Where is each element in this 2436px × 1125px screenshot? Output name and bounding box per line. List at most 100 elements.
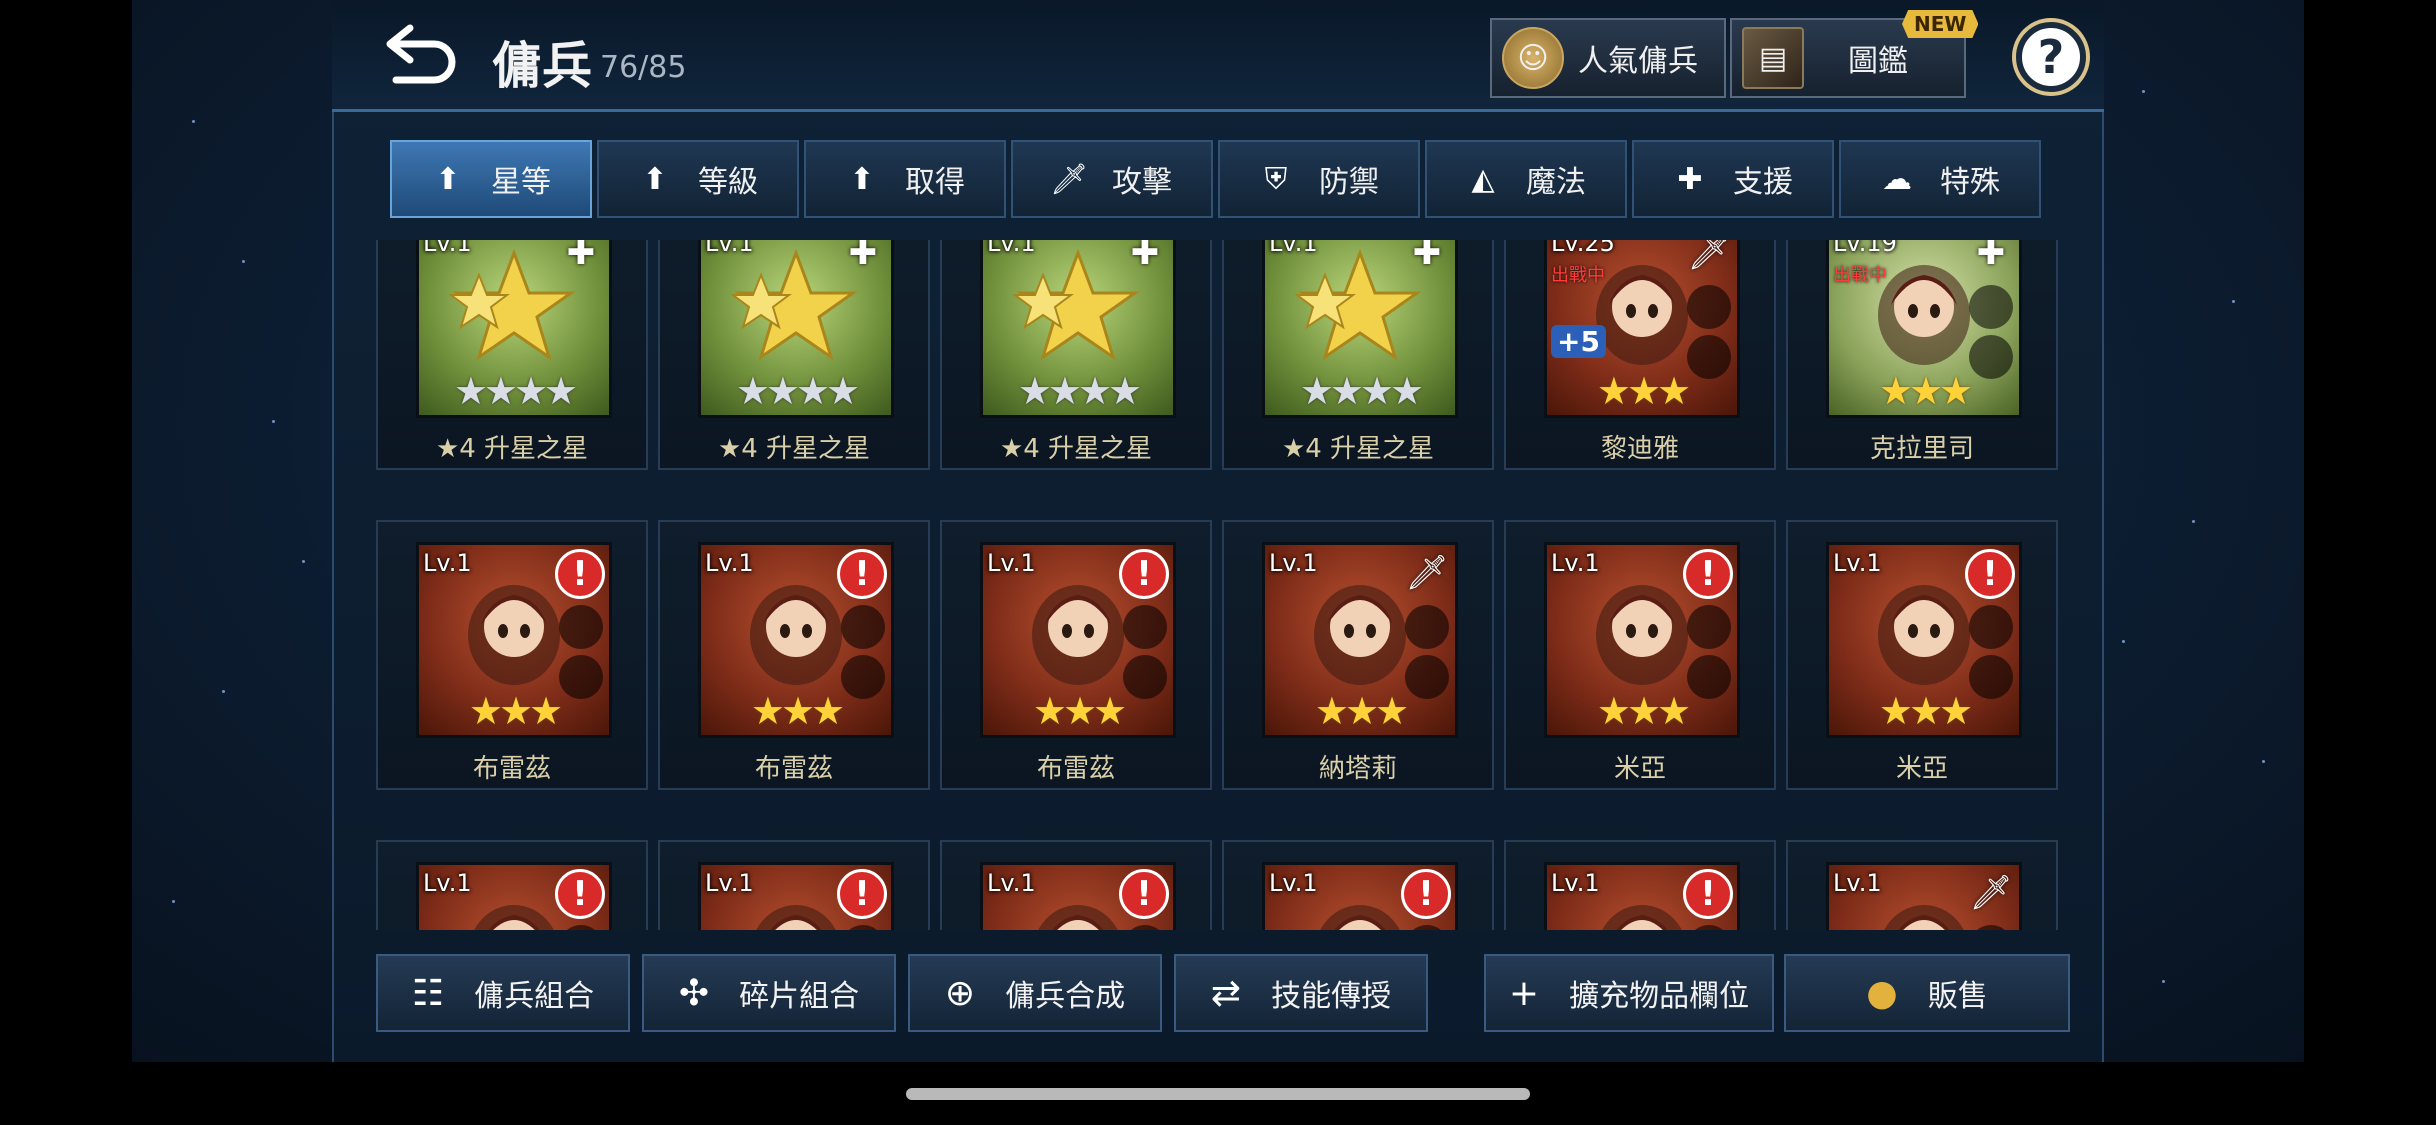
mercenary-card[interactable]: Lv.1! xyxy=(1504,840,1776,930)
tab-label: 支援 xyxy=(1733,165,1793,200)
tab-label: 魔法 xyxy=(1526,165,1586,200)
star-rating: ★★★★ xyxy=(453,369,578,413)
action-button-1[interactable]: ✣ 碎片組合 xyxy=(642,954,896,1032)
mercenary-portrait: Lv.1 🗡 xyxy=(1826,862,2022,930)
mercenary-card[interactable]: Lv.1 ✚ ★★★★ ★4 升星之星 xyxy=(1222,240,1494,470)
equipment-slot xyxy=(841,605,885,649)
coin-icon: ● xyxy=(1866,972,1898,1014)
equipment-slot xyxy=(1687,605,1731,649)
help-button[interactable]: ? xyxy=(2016,22,2086,92)
bottom-action-bar: ☷ 傭兵組合 ✣ 碎片組合 ⊕ 傭兵合成 ⇄ 技能傳授 + 擴充物品欄位 ● 販售 xyxy=(376,954,2076,1034)
equipment-slot xyxy=(1123,605,1167,649)
action-button-0[interactable]: ☷ 傭兵組合 xyxy=(376,954,630,1032)
tab-1[interactable]: ⬆ 等級 xyxy=(597,140,799,218)
tab-2[interactable]: ⬆ 取得 xyxy=(804,140,1006,218)
mercenary-card[interactable]: Lv.1 ✚ ★★★★ ★4 升星之星 xyxy=(940,240,1212,470)
star-sparkle xyxy=(2262,760,2265,763)
equipment-slot xyxy=(1687,285,1731,329)
tab-7[interactable]: ☁ 特殊 xyxy=(1839,140,2041,218)
action-button-5[interactable]: ● 販售 xyxy=(1784,954,2070,1032)
level-label: Lv.1 xyxy=(1551,869,1600,897)
action-button-label: 販售 xyxy=(1927,979,1988,1014)
filter-tabs: ⬆ 星等 ⬆ 等級 ⬆ 取得 🗡 攻擊 ⛨ 防禦 ◭ 魔法 ✚ 支援 ☁ 特殊 xyxy=(390,140,2041,218)
tab-4[interactable]: ⛨ 防禦 xyxy=(1218,140,1420,218)
level-label: Lv.1 xyxy=(987,549,1036,577)
action-button-label: 擴充物品欄位 xyxy=(1569,979,1750,1014)
mercenary-card[interactable]: Lv.1! xyxy=(658,840,930,930)
mercenary-card[interactable]: Lv.1 ✚ ★★★★ ★4 升星之星 xyxy=(658,240,930,470)
equipment-slots xyxy=(841,605,885,699)
equipment-slot xyxy=(841,925,885,930)
mercenary-name: ★4 升星之星 xyxy=(717,434,871,464)
star-sparkle xyxy=(2192,520,2195,523)
equipment-slot xyxy=(1405,925,1449,930)
mercenary-card[interactable]: Lv.1! xyxy=(940,840,1212,930)
mercenary-card[interactable]: Lv.1! ★★★ 布雷茲 xyxy=(376,520,648,790)
group-icon: ☷ xyxy=(411,972,445,1014)
enhance-level-badge: +5 xyxy=(1551,325,1606,358)
action-button-2[interactable]: ⊕ 傭兵合成 xyxy=(908,954,1162,1032)
level-label: Lv.1 xyxy=(1551,549,1600,577)
wizard-hat-icon: ◭ xyxy=(1471,161,1495,197)
tab-label: 取得 xyxy=(905,165,965,200)
mercenary-name: ★4 升星之星 xyxy=(435,434,589,464)
star-sparkle xyxy=(222,690,225,693)
mercenary-portrait: Lv.1! ★★★ xyxy=(1544,542,1740,738)
equipment-slots xyxy=(559,925,603,930)
star-rating: ★★★ xyxy=(1878,369,1973,413)
mercenary-card[interactable]: Lv.25 出戰中 +5 🗡 ★★★ 黎迪雅 xyxy=(1504,240,1776,470)
star-rating: ★★★ xyxy=(1032,689,1127,733)
mercenary-grid: Lv.1 ✚ ★★★★ ★4 升星之星 Lv.1 ✚ ★★★★ ★4 升星之星 Lv.1 ✚ ★★★… xyxy=(376,240,2060,930)
alert-icon: ! xyxy=(837,549,887,599)
mercenary-portrait: Lv.1! ★★★ xyxy=(416,542,612,738)
home-indicator[interactable] xyxy=(906,1088,1530,1100)
alert-icon: ! xyxy=(1401,869,1451,919)
mercenary-card[interactable]: Lv.1! ★★★ 米亞 xyxy=(1786,520,2058,790)
tab-label: 攻擊 xyxy=(1112,165,1172,200)
mercenary-portrait: Lv.1! xyxy=(1262,862,1458,930)
mercenary-name: ★4 升星之星 xyxy=(1281,434,1435,464)
equipment-slots xyxy=(1687,605,1731,699)
mercenary-portrait: Lv.1! xyxy=(1544,862,1740,930)
mercenary-card[interactable]: Lv.1! xyxy=(376,840,648,930)
tab-3[interactable]: 🗡 攻擊 xyxy=(1011,140,1213,218)
back-arrow-icon[interactable] xyxy=(382,22,462,88)
support-icon: ✚ xyxy=(1130,240,1160,273)
mercenary-card[interactable]: Lv.1! ★★★ 布雷茲 xyxy=(940,520,1212,790)
star-rating: ★★★★ xyxy=(735,369,860,413)
mercenary-name: 布雷茲 xyxy=(754,754,833,784)
mercenary-portrait: Lv.1! ★★★ xyxy=(698,542,894,738)
mercenary-card[interactable]: Lv.1! ★★★ 布雷茲 xyxy=(658,520,930,790)
sword-icon: 🗡 xyxy=(1687,240,1731,273)
support-icon: ✚ xyxy=(1976,240,2006,273)
equipment-slots xyxy=(559,605,603,699)
equipment-slots xyxy=(1969,605,2013,699)
level-label: Lv.1 xyxy=(987,869,1036,897)
action-button-3[interactable]: ⇄ 技能傳授 xyxy=(1174,954,1428,1032)
action-button-4[interactable]: + 擴充物品欄位 xyxy=(1484,954,1774,1032)
laurel-medal-icon: ☺ xyxy=(1502,27,1564,89)
mercenary-card[interactable]: Lv.1! ★★★ 米亞 xyxy=(1504,520,1776,790)
mercenary-card[interactable]: Lv.1 🗡 xyxy=(1786,840,2058,930)
star-sparkle xyxy=(2162,980,2165,983)
alert-icon: ! xyxy=(1119,869,1169,919)
action-button-label: 傭兵合成 xyxy=(1005,979,1126,1014)
mercenary-card[interactable]: Lv.1 ✚ ★★★★ ★4 升星之星 xyxy=(376,240,648,470)
mercenary-card[interactable]: Lv.19 出戰中 ✚ ★★★ 克拉里司 xyxy=(1786,240,2058,470)
sword-icon: 🗡 xyxy=(1049,161,1089,197)
equipment-slot xyxy=(559,605,603,649)
book-icon: ▤ xyxy=(1742,27,1804,89)
tab-5[interactable]: ◭ 魔法 xyxy=(1425,140,1627,218)
star-rating: ★★★ xyxy=(1314,689,1409,733)
tab-label: 星等 xyxy=(491,165,551,200)
star-rating: ★★★ xyxy=(468,689,563,733)
tab-0[interactable]: ⬆ 星等 xyxy=(390,140,592,218)
mercenary-card[interactable]: Lv.1! xyxy=(1222,840,1494,930)
level-label: Lv.1 xyxy=(1269,549,1318,577)
merge-icon: ⊕ xyxy=(944,972,976,1014)
mercenary-name: 黎迪雅 xyxy=(1600,434,1679,464)
mercenary-card[interactable]: Lv.1 🗡 ★★★ 納塔莉 xyxy=(1222,520,1494,790)
tab-6[interactable]: ✚ 支援 xyxy=(1632,140,1834,218)
action-button-label: 碎片組合 xyxy=(739,979,860,1014)
popular-mercenary-button[interactable]: ☺ 人氣傭兵 xyxy=(1490,18,1726,98)
